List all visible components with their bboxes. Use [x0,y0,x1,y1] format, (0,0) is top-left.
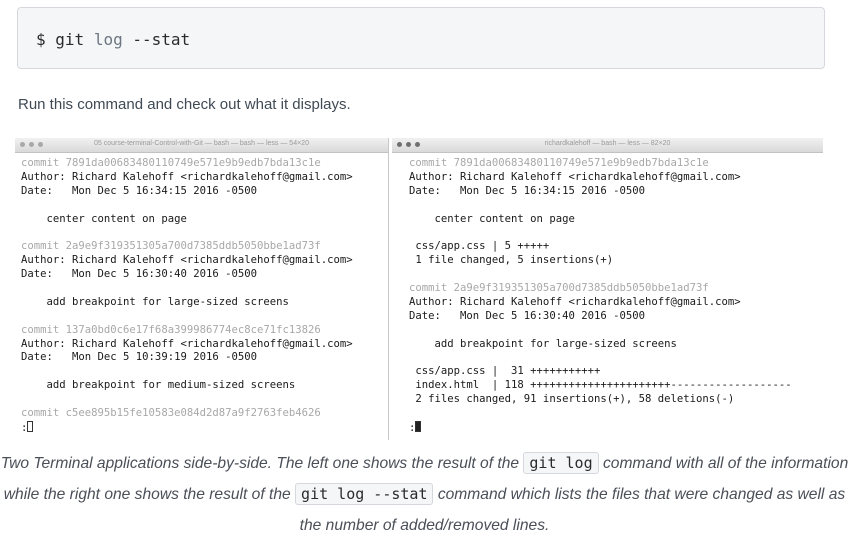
terminal-line: Author: Richard Kalehoff <richardkalehof… [409,170,741,183]
left-terminal-titlebar: 05 course-terminal-Control-with-Git — ba… [15,138,388,153]
terminal-line: Date: Mon Dec 5 16:30:40 2016 -0500 [409,309,645,322]
terminal-line: 1 file changed, 5 insertions(+) [409,254,614,267]
commit-hash-line: commit 7891da00683480110749e571e9b9edb7b… [21,157,321,169]
terminal-line: add breakpoint for large-sized screens [409,337,677,350]
commit-hash-line: commit 2a9e9f319351305a700d7385ddb5050bb… [409,282,709,295]
figure-caption: Two Terminal applications side-by-side. … [0,448,849,541]
terminal-line: Author: Richard Kalehoff <richardkalehof… [409,295,741,308]
intro-paragraph: Run this command and check out what it d… [18,96,351,113]
command-log: log [93,30,123,49]
prompt-symbol: $ [36,30,46,49]
terminal-line: add breakpoint for medium-sized screens [21,379,296,392]
terminal-line: Date: Mon Dec 5 16:34:15 2016 -0500 [409,184,645,197]
terminal-line: Author: Richard Kalehoff <richardkalehof… [21,170,353,183]
command-text: $ git log --stat [36,30,190,49]
right-terminal-output[interactable]: commit 7891da00683480110749e571e9b9edb7b… [392,153,823,435]
terminal-line: Author: Richard Kalehoff <richardkalehof… [21,254,353,267]
left-terminal-output[interactable]: commit 7891da00683480110749e571e9b9edb7b… [15,153,388,435]
right-terminal-window: richardkalehoff — bash — less — 82×20 co… [392,138,823,440]
terminal-line: css/app.css | 31 +++++++++++ [409,365,601,378]
pager-prompt-line[interactable]: : [21,420,388,435]
terminal-line: center content on page [409,212,575,225]
commit-hash-line: commit 7891da00683480110749e571e9b9edb7b… [409,157,709,169]
terminal-line: center content on page [21,212,187,225]
cursor-icon [415,420,422,432]
right-terminal-titlebar: richardkalehoff — bash — less — 82×20 [392,138,823,153]
caption-code-git-log-stat: git log --stat [295,483,434,505]
terminal-line: add breakpoint for large-sized screens [21,295,289,308]
terminal-line: Author: Richard Kalehoff <richardkalehof… [21,337,353,350]
right-terminal-title: richardkalehoff — bash — less — 82×20 [544,140,671,147]
command-flag: --stat [132,30,191,49]
pager-prompt-line[interactable]: : [409,420,823,435]
code-block: $ git log --stat [17,7,825,69]
terminal-screenshot-figure: 05 course-terminal-Control-with-Git — ba… [15,138,823,440]
command-git: git [55,30,85,49]
commit-hash-line: commit c5ee895b15fe10583e084d2d87a9f2763… [21,407,321,420]
caption-text: Two Terminal applications side-by-side. … [0,455,520,472]
terminal-line: Date: Mon Dec 5 10:39:19 2016 -0500 [21,351,257,364]
caption-code-git-log: git log [523,452,599,474]
cursor-icon [27,420,34,432]
commit-hash-line: commit 2a9e9f319351305a700d7385ddb5050bb… [21,240,321,253]
left-terminal-window: 05 course-terminal-Control-with-Git — ba… [15,138,389,440]
commit-hash-line: commit 137a0bd0c6e17f68a399986774ec8ce71… [21,323,321,336]
terminal-line: css/app.css | 5 +++++ [409,240,550,253]
terminal-line: Date: Mon Dec 5 16:34:15 2016 -0500 [21,184,257,197]
left-terminal-title: 05 course-terminal-Control-with-Git — ba… [94,140,309,147]
terminal-line: Date: Mon Dec 5 16:30:40 2016 -0500 [21,268,257,281]
terminal-line: 2 files changed, 91 insertions(+), 58 de… [409,393,735,406]
terminal-line: index.html | 118 ++++++++++++++++++++++-… [409,379,792,392]
